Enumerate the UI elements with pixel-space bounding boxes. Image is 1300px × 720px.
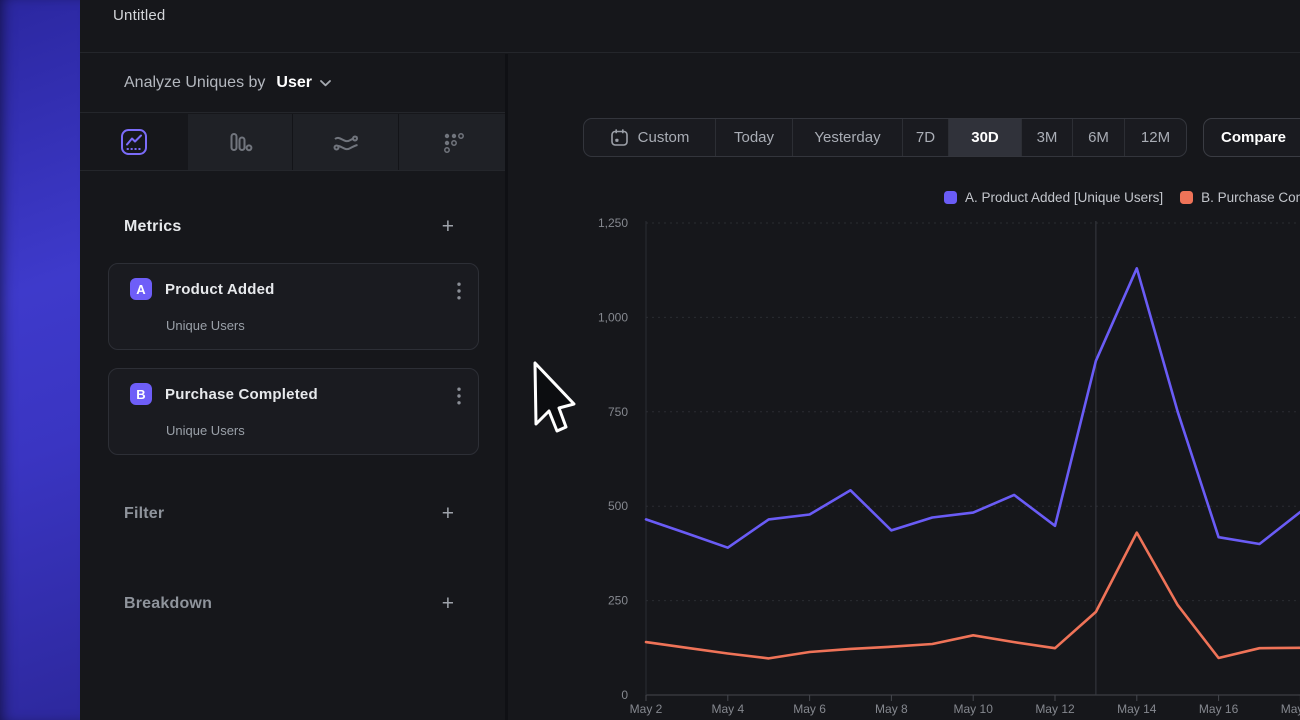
analyze-value: User — [276, 74, 312, 92]
compare-button[interactable]: Compare — [1203, 118, 1300, 157]
svg-text:May 8: May 8 — [875, 702, 908, 716]
add-metric-button[interactable]: + — [442, 217, 454, 237]
metrics-heading: Metrics — [124, 218, 181, 236]
range-7d-button[interactable]: 7D — [902, 119, 948, 156]
kebab-menu-icon — [457, 387, 461, 405]
range-today-button[interactable]: Today — [715, 119, 792, 156]
app-window: Untitled Analyze Uniques by User — [0, 0, 1300, 720]
bar-chart-icon — [225, 127, 255, 157]
panel-divider — [505, 54, 508, 720]
chart-type-tab-retention[interactable] — [398, 114, 505, 170]
chart-type-tab-bar[interactable] — [188, 114, 292, 170]
range-12m-button[interactable]: 12M — [1124, 119, 1186, 156]
chart-type-tab-flows[interactable] — [292, 114, 398, 170]
chart-type-tab-line[interactable] — [80, 114, 188, 170]
section-label: Filter — [124, 505, 164, 523]
metric-badge: B — [130, 383, 152, 405]
chevron-down-icon — [320, 80, 331, 87]
svg-text:0: 0 — [621, 688, 628, 702]
legend-label: B. Purchase Completed [Unique Users] — [1201, 190, 1300, 205]
metric-subtitle: Unique Users — [166, 318, 245, 333]
metric-subtitle: Unique Users — [166, 423, 245, 438]
range-3m-button[interactable]: 3M — [1021, 119, 1072, 156]
chart-type-tabs — [80, 114, 505, 171]
section-row-breakdown: Breakdown + — [124, 594, 454, 614]
legend-item[interactable]: B. Purchase Completed [Unique Users] — [1180, 190, 1300, 205]
svg-text:1,000: 1,000 — [598, 310, 628, 324]
retention-grid-icon — [437, 127, 467, 157]
metric-title: Purchase Completed — [165, 386, 318, 403]
svg-text:May 2: May 2 — [630, 702, 663, 716]
analyze-by-selector[interactable]: User — [276, 74, 331, 92]
metric-badge: A — [130, 278, 152, 300]
kebab-menu-icon — [457, 282, 461, 300]
metric-options-button[interactable] — [455, 385, 463, 412]
range-6m-button[interactable]: 6M — [1072, 119, 1124, 156]
metrics-header: Metrics + — [124, 217, 454, 237]
date-range-selector: CustomTodayYesterday7D30D3M6M12M — [583, 118, 1187, 157]
svg-text:250: 250 — [608, 594, 628, 608]
svg-text:1,250: 1,250 — [598, 216, 628, 230]
compare-label: Compare — [1221, 129, 1286, 146]
svg-text:May 14: May 14 — [1117, 702, 1157, 716]
legend-swatch — [1180, 191, 1193, 204]
metric-cards: A Product Added Unique Users B Purchase Comp… — [108, 263, 479, 473]
svg-text:May 16: May 16 — [1199, 702, 1239, 716]
query-sidebar: Analyze Uniques by User — [80, 54, 505, 720]
metric-options-button[interactable] — [455, 280, 463, 307]
metric-card[interactable]: A Product Added Unique Users — [108, 263, 479, 350]
svg-text:May 4: May 4 — [711, 702, 744, 716]
legend-label: A. Product Added [Unique Users] — [965, 190, 1163, 205]
svg-text:May 12: May 12 — [1035, 702, 1075, 716]
chart-legend: A. Product Added [Unique Users] B. Purcha… — [944, 190, 1300, 205]
add-filter-button[interactable]: + — [442, 504, 454, 524]
background-gradient — [0, 0, 80, 720]
analyze-row: Analyze Uniques by User — [80, 54, 505, 113]
mouse-cursor — [531, 360, 581, 440]
legend-item[interactable]: A. Product Added [Unique Users] — [944, 190, 1163, 205]
line-chart-icon — [119, 127, 149, 157]
calendar-icon — [610, 128, 629, 147]
range-custom-button[interactable]: Custom — [584, 119, 715, 156]
range-30d-button[interactable]: 30D — [948, 119, 1021, 156]
section-label: Breakdown — [124, 595, 212, 613]
metric-title: Product Added — [165, 281, 275, 298]
svg-text:May 18: May 18 — [1281, 702, 1300, 716]
flows-icon — [330, 127, 362, 157]
analyze-label: Analyze Uniques by — [124, 74, 265, 92]
legend-swatch — [944, 191, 957, 204]
line-chart: 0 250 500 750 1,000 1,250 May 2 May 4 May 6 May 8… — [580, 205, 1300, 720]
top-bar: Untitled — [80, 0, 1300, 53]
report-title: Untitled — [113, 7, 165, 24]
svg-text:500: 500 — [608, 499, 628, 513]
svg-text:May 10: May 10 — [954, 702, 994, 716]
svg-text:May 6: May 6 — [793, 702, 826, 716]
add-breakdown-button[interactable]: + — [442, 594, 454, 614]
svg-text:750: 750 — [608, 405, 628, 419]
section-row-filter: Filter + — [124, 504, 454, 524]
range-yesterday-button[interactable]: Yesterday — [792, 119, 902, 156]
metric-card[interactable]: B Purchase Completed Unique Users — [108, 368, 479, 455]
